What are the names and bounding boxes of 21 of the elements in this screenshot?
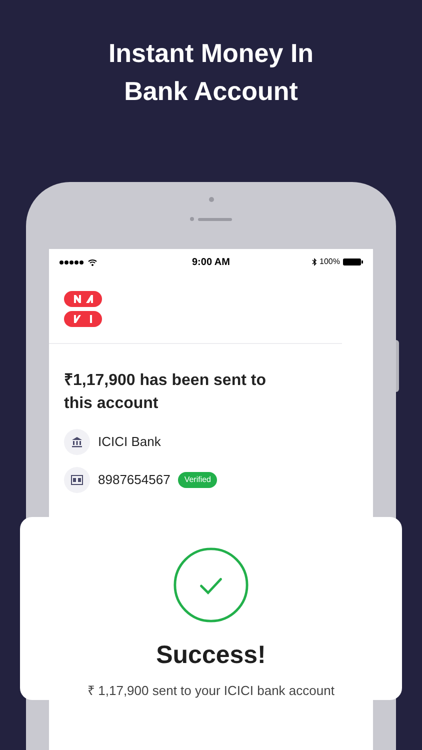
detail-text: 8987654567 <box>98 471 170 490</box>
headline: Instant Money In <box>108 37 314 70</box>
status-time: 9:00 AM <box>192 256 230 270</box>
success-message: ₹ 1,17,900 sent to your ICICI bank account <box>88 682 334 700</box>
battery-percent: 100% <box>320 256 340 268</box>
verified-badge: Verified <box>178 472 217 488</box>
headline: Bank Account <box>124 75 298 108</box>
bank-icon <box>64 429 90 455</box>
speaker-icon <box>198 218 232 220</box>
checkmark-icon <box>172 547 250 623</box>
bluetooth-icon <box>312 258 317 266</box>
detail-text: ICICI Bank <box>98 433 161 452</box>
camera-icon <box>208 197 214 202</box>
battery-icon <box>342 258 363 266</box>
signal-icon <box>59 260 85 264</box>
camera-icon <box>190 217 194 221</box>
wifi-icon <box>88 258 97 266</box>
transfer-title: ₹1,17,900 has been sent to this account <box>64 371 267 414</box>
success-title: Success! <box>156 640 266 671</box>
logo-icon <box>64 291 102 328</box>
card-icon <box>64 467 90 493</box>
